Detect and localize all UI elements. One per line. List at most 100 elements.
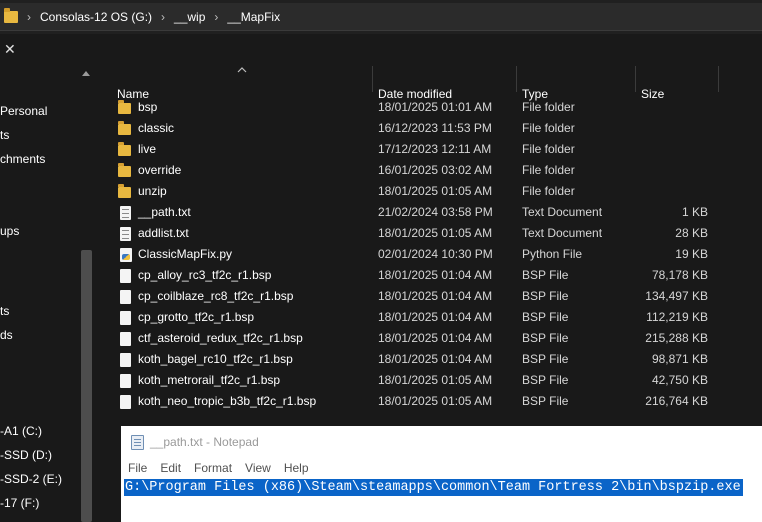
table-row[interactable]: override 16/01/2025 03:02 AM File folder	[98, 160, 762, 181]
file-date-modified: 18/01/2025 01:05 AM	[378, 184, 493, 198]
file-name: unzip	[138, 184, 167, 198]
file-size: 112,219 KB	[646, 310, 708, 324]
table-row[interactable]: ClassicMapFix.py 02/01/2024 10:30 PM Pytho…	[98, 244, 762, 265]
file-size	[628, 160, 708, 181]
file-date-modified: 18/01/2025 01:04 AM	[378, 268, 493, 282]
column-header-size[interactable]: Size	[641, 66, 716, 101]
file-date-modified: 18/01/2025 01:04 AM	[378, 310, 493, 324]
nav-item-drive-c[interactable]: -A1 (C:)	[0, 424, 42, 438]
file-name: ctf_asteroid_redux_tf2c_r1.bsp	[138, 331, 303, 345]
table-row[interactable]: cp_grotto_tf2c_r1.bsp 18/01/2025 01:04 AM…	[98, 307, 762, 328]
file-name: classic	[138, 121, 175, 135]
column-divider[interactable]	[718, 66, 719, 92]
file-name: addlist.txt	[138, 226, 189, 240]
close-icon[interactable]: ✕	[4, 42, 16, 56]
table-row[interactable]: __path.txt 21/02/2024 03:58 PM Text Docume…	[98, 202, 762, 223]
breadcrumb-wip[interactable]: __wip	[174, 10, 205, 24]
notepad-title: __path.txt - Notepad	[150, 435, 259, 449]
file-type: File folder	[522, 184, 575, 198]
breadcrumb[interactable]: › Consolas-12 OS (G:) › __wip › __MapFix	[0, 3, 762, 31]
selected-text[interactable]: G:\Program Files (x86)\Steam\steamapps\c…	[124, 479, 743, 496]
menu-edit[interactable]: Edit	[160, 461, 181, 475]
column-divider[interactable]	[635, 66, 636, 92]
file-size	[628, 118, 708, 139]
folder-icon	[4, 7, 18, 23]
text-file-icon	[120, 227, 131, 241]
file-name: cp_coilblaze_rc8_tf2c_r1.bsp	[138, 289, 294, 303]
file-name: koth_neo_tropic_b3b_tf2c_r1.bsp	[138, 394, 317, 408]
file-size: 134,497 KB	[645, 289, 708, 303]
file-icon	[120, 374, 131, 388]
file-date-modified: 18/01/2025 01:05 AM	[378, 226, 493, 240]
nav-item-drive-d[interactable]: -SSD (D:)	[0, 448, 52, 462]
file-icon	[120, 353, 131, 367]
table-row[interactable]: koth_bagel_rc10_tf2c_r1.bsp 18/01/2025 01…	[98, 349, 762, 370]
file-size: 28 KB	[675, 226, 708, 240]
column-header-date[interactable]: Date modified	[378, 66, 513, 101]
folder-icon	[118, 121, 131, 135]
file-date-modified: 18/01/2025 01:04 AM	[378, 352, 493, 366]
breadcrumb-separator: ›	[214, 9, 219, 24]
table-row[interactable]: cp_alloy_rc3_tf2c_r1.bsp 18/01/2025 01:04…	[98, 265, 762, 286]
file-name: bsp	[138, 100, 158, 114]
nav-item-drive-e[interactable]: -SSD-2 (E:)	[0, 472, 62, 486]
notepad-text-area[interactable]: G:\Program Files (x86)\Steam\steamapps\c…	[121, 478, 762, 522]
folder-icon	[118, 163, 131, 177]
folder-icon	[118, 142, 131, 156]
breadcrumb-separator: ›	[27, 9, 31, 24]
table-row[interactable]: unzip 18/01/2025 01:05 AM File folder	[98, 181, 762, 202]
file-name: ClassicMapFix.py	[138, 247, 233, 261]
file-date-modified: 18/01/2025 01:05 AM	[378, 373, 493, 387]
scroll-up-arrow-icon[interactable]	[82, 71, 90, 76]
table-row[interactable]: live 17/12/2023 12:11 AM File folder	[98, 139, 762, 160]
nav-item-documents-2[interactable]: ts	[0, 304, 9, 318]
notepad-titlebar[interactable]: __path.txt - Notepad	[121, 426, 762, 458]
table-row[interactable]: addlist.txt 18/01/2025 01:05 AM Text Docum…	[98, 223, 762, 244]
file-size: 98,871 KB	[651, 352, 708, 366]
nav-item-personal[interactable]: Personal	[0, 104, 47, 118]
menu-file[interactable]: File	[128, 461, 147, 475]
file-size: 215,288 KB	[645, 331, 708, 345]
file-type: Text Document	[522, 226, 603, 240]
notepad-menubar: File Edit Format View Help	[121, 458, 762, 478]
menu-help[interactable]: Help	[284, 461, 309, 475]
file-size	[628, 97, 708, 118]
file-date-modified: 18/01/2025 01:01 AM	[378, 100, 493, 114]
table-row[interactable]: cp_coilblaze_rc8_tf2c_r1.bsp 18/01/2025 0…	[98, 286, 762, 307]
notepad-icon	[131, 435, 144, 450]
table-row[interactable]: ctf_asteroid_redux_tf2c_r1.bsp 18/01/2025…	[98, 328, 762, 349]
file-size: 78,178 KB	[651, 268, 708, 282]
file-name: __path.txt	[138, 205, 191, 219]
notepad-window[interactable]: __path.txt - Notepad File Edit Format Vi…	[121, 426, 762, 522]
nav-item-attachments[interactable]: chments	[0, 152, 45, 166]
nav-item-drive-f[interactable]: -17 (F:)	[0, 496, 39, 510]
menu-view[interactable]: View	[245, 461, 271, 475]
file-date-modified: 18/01/2025 01:04 AM	[378, 289, 493, 303]
table-row[interactable]: bsp 18/01/2025 01:01 AM File folder	[98, 97, 762, 118]
file-size	[628, 139, 708, 160]
nav-scrollbar-thumb[interactable]	[81, 250, 92, 522]
file-list: Name Date modified Type Size bsp 18/01/20…	[98, 66, 762, 426]
file-name: koth_metrorail_tf2c_r1.bsp	[138, 373, 281, 387]
breadcrumb-drive[interactable]: Consolas-12 OS (G:)	[40, 10, 152, 24]
address-bar: › Consolas-12 OS (G:) › __wip › __MapFix	[0, 0, 762, 34]
menu-format[interactable]: Format	[194, 461, 232, 475]
file-size: 19 KB	[675, 247, 708, 261]
navigation-pane: Personal ts chments ups ts ds -A1 (C:) -…	[0, 66, 98, 522]
table-row[interactable]: koth_neo_tropic_b3b_tf2c_r1.bsp 18/01/202…	[98, 391, 762, 412]
table-row[interactable]: classic 16/12/2023 11:53 PM File folder	[98, 118, 762, 139]
table-row[interactable]: koth_metrorail_tf2c_r1.bsp 18/01/2025 01:…	[98, 370, 762, 391]
column-header-name[interactable]: Name	[117, 66, 367, 101]
file-icon	[120, 332, 131, 346]
file-type: File folder	[522, 121, 575, 135]
column-divider[interactable]	[516, 66, 517, 92]
column-divider[interactable]	[372, 66, 373, 92]
breadcrumb-mapfix[interactable]: __MapFix	[227, 10, 280, 24]
nav-item-documents[interactable]: ts	[0, 128, 9, 142]
file-date-modified: 16/01/2025 03:02 AM	[378, 163, 493, 177]
column-header-type[interactable]: Type	[522, 66, 632, 101]
file-type: Text Document	[522, 205, 603, 219]
nav-item-downloads[interactable]: ds	[0, 328, 13, 342]
nav-item-backups[interactable]: ups	[0, 224, 19, 238]
file-name: cp_grotto_tf2c_r1.bsp	[138, 310, 255, 324]
